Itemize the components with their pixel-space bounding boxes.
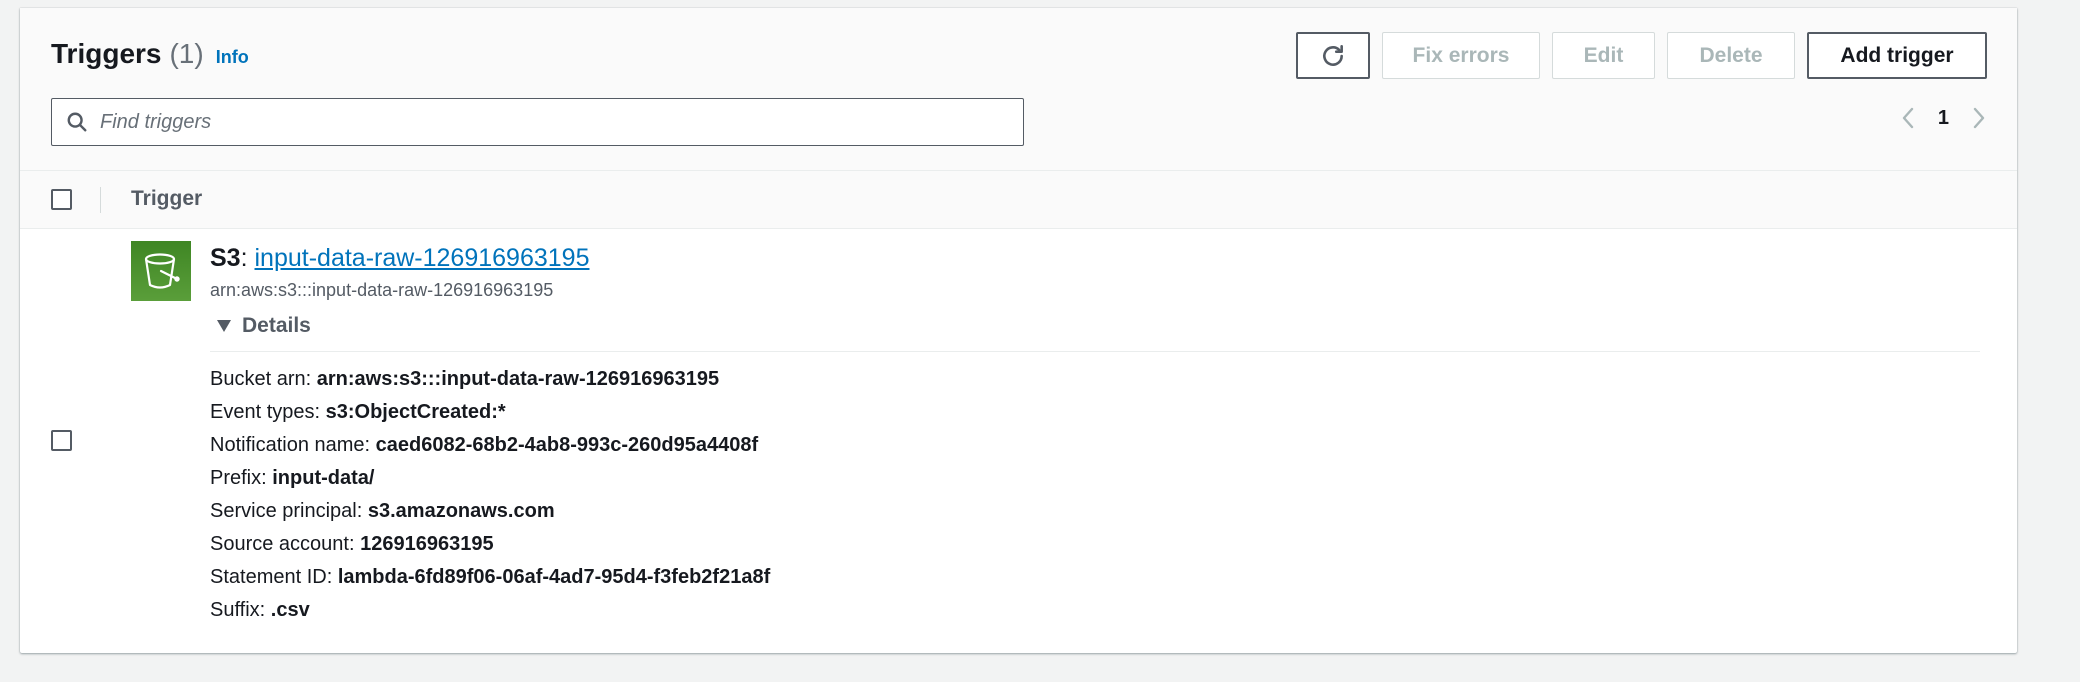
row-checkbox[interactable] [51,430,72,451]
trigger-count: (1) [169,38,204,69]
detail-value: s3.amazonaws.com [367,500,555,522]
detail-value: input-data/ [272,467,375,489]
detail-key: Prefix: [210,467,267,489]
detail-key: Statement ID: [210,566,333,588]
detail-value: lambda-6fd89f06-06af-4ad7-95d4-f3feb2f21… [337,566,771,588]
detail-value: arn:aws:s3:::input-data-raw-126916963195 [316,368,720,390]
detail-source-account: Source account: 126916963195 [210,533,494,556]
detail-value: caed6082-68b2-4ab8-993c-260d95a4408f [375,434,759,456]
search-icon [67,112,87,132]
s3-bucket-icon [131,241,191,301]
details-label: Details [242,314,311,337]
trigger-bucket-link[interactable]: input-data-raw-126916963195 [255,244,590,272]
edit-button[interactable]: Edit [1552,32,1655,79]
trigger-arn: arn:aws:s3:::input-data-raw-126916963195 [210,280,554,300]
chevron-right-icon[interactable] [1971,106,1987,130]
chevron-left-icon[interactable] [1900,106,1916,130]
caret-down-icon [217,320,231,332]
column-divider [100,187,101,213]
detail-prefix: Prefix: input-data/ [210,467,374,490]
detail-statement-id: Statement ID: lambda-6fd89f06-06af-4ad7-… [210,566,770,589]
detail-value: 126916963195 [360,533,494,555]
select-all-checkbox[interactable] [51,189,72,210]
detail-key: Event types: [210,401,321,423]
trigger-service: S3 [210,244,241,272]
delete-button[interactable]: Delete [1667,32,1795,79]
column-header-trigger[interactable]: Trigger [131,187,202,211]
detail-notification-name: Notification name: caed6082-68b2-4ab8-99… [210,434,758,457]
trigger-separator: : [240,244,248,272]
table-header [20,171,2017,229]
add-trigger-button[interactable]: Add trigger [1807,32,1987,79]
detail-key: Suffix: [210,599,266,621]
detail-key: Service principal: [210,500,363,522]
detail-service-principal: Service principal: s3.amazonaws.com [210,500,555,523]
refresh-icon [1323,44,1343,66]
search-input[interactable] [100,110,980,134]
panel-title-group: Triggers (1) Info [51,38,249,70]
info-link[interactable]: Info [216,47,249,68]
refresh-button[interactable] [1296,32,1370,79]
details-expander[interactable]: Details [216,314,311,338]
pagination: 1 [1900,106,1987,130]
detail-suffix: Suffix: .csv [210,599,310,622]
triggers-panel: Triggers (1) Info Fix errors Edit Delete… [20,8,2017,653]
detail-event-types: Event types: s3:ObjectCreated:* [210,401,506,424]
detail-value: .csv [270,599,310,621]
search-field[interactable] [51,98,1024,146]
details-divider [210,351,1980,352]
detail-key: Source account: [210,533,355,555]
fix-errors-button[interactable]: Fix errors [1382,32,1540,79]
detail-key: Bucket arn: [210,368,312,390]
trigger-title: S3: input-data-raw-126916963195 [210,244,589,273]
detail-value: s3:ObjectCreated:* [325,401,506,423]
detail-bucket-arn: Bucket arn: arn:aws:s3:::input-data-raw-… [210,368,719,391]
detail-key: Notification name: [210,434,371,456]
page-number[interactable]: 1 [1938,107,1949,130]
panel-title: Triggers [51,38,162,69]
